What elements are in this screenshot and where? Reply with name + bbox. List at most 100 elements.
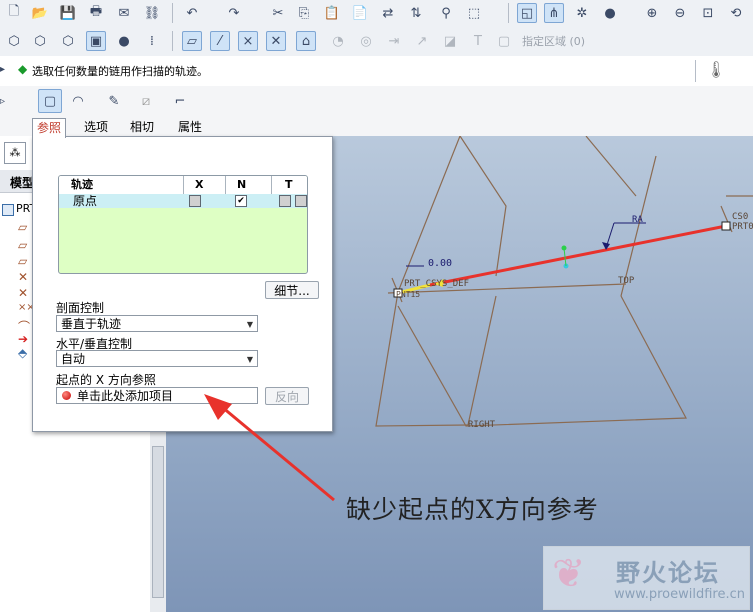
right-plane-label: RIGHT bbox=[468, 420, 496, 430]
tool-disabled-icon: ◎ bbox=[360, 33, 372, 49]
save-icon[interactable]: 💾 bbox=[58, 3, 78, 23]
dim-value[interactable]: 0.00 bbox=[428, 258, 452, 269]
tool-disabled-icon: ◪ bbox=[443, 33, 457, 49]
wireframe-icon[interactable]: ⬡ bbox=[4, 31, 24, 51]
no-hidden-icon[interactable]: ⬡ bbox=[58, 31, 78, 51]
sketch-section-icon[interactable]: ✎ bbox=[104, 91, 124, 111]
n-checkbox[interactable]: ✔ bbox=[235, 195, 247, 207]
references-panel: 轨迹 X N T 原点 ✔ 细节... 剖面控制 垂直于轨迹 ▼ 水平/垂直控制… bbox=[32, 136, 333, 432]
paste-special-icon[interactable]: 📄 bbox=[350, 3, 370, 23]
toolbar-divider bbox=[695, 60, 696, 82]
tool-disabled-icon: ▢ bbox=[497, 33, 511, 49]
watermark: ❦ 野火论坛 www.proewildfire.cn bbox=[543, 546, 750, 610]
print-icon[interactable]: 🖶 bbox=[86, 3, 106, 23]
selection-box-icon[interactable]: ⬚ bbox=[464, 3, 484, 23]
csys-icon[interactable]: ✕ bbox=[18, 270, 28, 284]
shading-sphere-icon[interactable]: ● bbox=[600, 3, 620, 23]
chevron-down-icon: ▼ bbox=[246, 355, 253, 364]
toolbar-separator bbox=[508, 3, 509, 23]
required-dot-icon bbox=[62, 391, 71, 400]
datum-axis-display-icon[interactable]: ⋔ bbox=[544, 3, 564, 23]
remove-material-icon[interactable]: ⧄ bbox=[136, 91, 156, 111]
table-row[interactable]: 原点 ✔ bbox=[59, 194, 307, 208]
t-checkbox-extra[interactable] bbox=[295, 195, 307, 207]
tree-root-icon bbox=[2, 204, 14, 216]
plane-display-icon[interactable]: ▱ bbox=[182, 31, 202, 51]
scrollbar-thumb[interactable] bbox=[152, 446, 164, 598]
hv-control-select[interactable]: 自动 ▼ bbox=[56, 350, 258, 367]
send-mail-icon[interactable]: ✉ bbox=[114, 3, 134, 23]
sweep-feature-icon[interactable]: ⬘ bbox=[18, 346, 27, 360]
surface-sweep-icon[interactable]: ◠ bbox=[68, 91, 88, 111]
cut-icon[interactable]: ✂ bbox=[268, 3, 288, 23]
copy-icon[interactable]: ⎘ bbox=[294, 3, 314, 23]
solid-sweep-icon[interactable]: ▢ bbox=[38, 89, 62, 113]
section-control-select[interactable]: 垂直于轨迹 ▼ bbox=[56, 315, 258, 332]
point-display-icon[interactable]: × bbox=[238, 31, 258, 51]
datum-plane-front bbox=[459, 136, 507, 277]
prt-right-label: PRT0 bbox=[732, 222, 753, 232]
zoom-in-icon[interactable]: ⊕ bbox=[642, 3, 662, 23]
hidden-line-icon[interactable]: ⬡ bbox=[30, 31, 50, 51]
datum-plane-right bbox=[585, 136, 637, 197]
toolbar-top: 🗋 📂 💾 🖶 ✉ ⛓ ↶ ↷ ✂ ⎘ 📋 📄 ⇄ ⇅ ⚲ ⬚ ◱ ⋔ ✲ ● … bbox=[0, 0, 753, 29]
tree-tab-icon[interactable]: ⁂ bbox=[4, 142, 26, 164]
top-plane-label: TOP bbox=[618, 276, 635, 286]
tool-disabled-icon: ◔ bbox=[332, 33, 344, 49]
tool-disabled-icon: ⇥ bbox=[388, 33, 400, 49]
xdir-reference-collector[interactable]: 单击此处添加项目 bbox=[56, 387, 258, 404]
redo-icon[interactable]: ↷ bbox=[224, 3, 244, 23]
tab-references[interactable]: 参照 bbox=[32, 118, 67, 138]
butterfly-logo-icon: ❦ bbox=[552, 551, 586, 597]
thicken-icon[interactable]: ⌐ bbox=[170, 91, 190, 111]
col-header-t: T bbox=[285, 178, 293, 191]
zoom-out-icon[interactable]: ⊖ bbox=[670, 3, 690, 23]
tab-options[interactable]: 选项 bbox=[80, 118, 112, 136]
trajectory-table: 轨迹 X N T 原点 ✔ bbox=[58, 175, 308, 274]
regen-manager-icon[interactable]: ⇅ bbox=[406, 3, 426, 23]
layers-icon[interactable]: ⁞ bbox=[142, 31, 162, 51]
datum-plane-icon[interactable]: ▱ bbox=[18, 238, 27, 252]
refit-icon[interactable]: ⊡ bbox=[698, 3, 718, 23]
search-binoculars-icon[interactable]: ⚲ bbox=[436, 3, 456, 23]
watermark-url: www.proewildfire.cn bbox=[614, 587, 745, 602]
annotation-text: 缺少起点的X方向参考 bbox=[346, 495, 599, 524]
message-arrow-icon: ◆ bbox=[18, 62, 28, 76]
xdir-reference-label: 起点的 X 方向参照 bbox=[56, 373, 156, 387]
link-icon[interactable]: ⛓ bbox=[142, 3, 162, 23]
shaded-display-icon[interactable]: ▣ bbox=[86, 31, 106, 51]
section-control-value: 垂直于轨迹 bbox=[61, 317, 122, 331]
detail-button[interactable]: 细节... bbox=[265, 281, 319, 299]
x-checkbox[interactable] bbox=[189, 195, 201, 207]
paste-icon[interactable]: 📋 bbox=[322, 3, 342, 23]
undo-icon[interactable]: ↶ bbox=[182, 3, 202, 23]
tab-tangency[interactable]: 相切 bbox=[126, 118, 158, 136]
insert-arrow-icon[interactable]: ➔ bbox=[18, 332, 28, 346]
toolbar-separator bbox=[172, 31, 173, 51]
datum-plane-icon[interactable]: ▱ bbox=[18, 254, 27, 268]
spin-center-icon[interactable]: ✲ bbox=[572, 3, 592, 23]
t-checkbox[interactable] bbox=[279, 195, 291, 207]
csys-display-icon[interactable]: ✕ bbox=[266, 31, 286, 51]
tab-properties[interactable]: 属性 bbox=[174, 118, 206, 136]
regenerate-icon[interactable]: ⇄ bbox=[378, 3, 398, 23]
reverse-button: 反向 bbox=[265, 387, 309, 405]
pnt-left-label: PNT15 bbox=[396, 290, 421, 299]
csys-icon[interactable]: ✕ bbox=[18, 286, 28, 300]
thermometer-icon[interactable]: 🌡 bbox=[706, 60, 726, 79]
datum-plane-icon[interactable]: ▱ bbox=[18, 220, 27, 234]
datum-plane-display-icon[interactable]: ◱ bbox=[517, 3, 537, 23]
repaint-icon[interactable]: ⟲ bbox=[726, 3, 746, 23]
watermark-title: 野火论坛 bbox=[616, 559, 720, 587]
tree-tab-label[interactable]: 模型 bbox=[10, 174, 34, 191]
open-folder-icon[interactable]: 📂 bbox=[30, 3, 50, 23]
mid-label: RA bbox=[632, 215, 643, 225]
left-edge-icon: ▸ bbox=[0, 64, 6, 75]
sweep-dashboard: ▢ ◠ ✎ ⧄ ⌐ ▹ bbox=[0, 86, 753, 136]
trajectory-curve bbox=[429, 224, 727, 287]
saved-views-icon[interactable]: ● bbox=[114, 31, 134, 51]
annotation-display-icon[interactable]: ⌂ bbox=[296, 31, 316, 51]
new-file-icon[interactable]: 🗋 bbox=[4, 3, 24, 23]
col-header-x: X bbox=[195, 178, 204, 191]
axis-display-icon[interactable]: ⁄ bbox=[210, 31, 230, 51]
